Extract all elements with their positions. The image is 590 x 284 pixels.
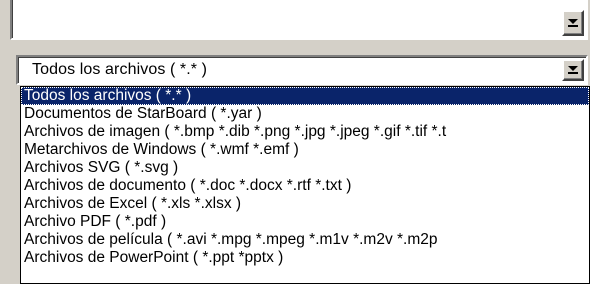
folder-combobox-field[interactable] (12, 0, 560, 38)
chevron-down-icon (568, 66, 578, 74)
file-type-combobox[interactable]: Todos los archivos ( *.* ) (16, 55, 588, 85)
dropdown-option[interactable]: Metarchivos de Windows ( *.wmf *.emf ) (21, 141, 589, 159)
file-dialog-panel: Todos los archivos ( *.* ) Todos los arc… (0, 0, 590, 284)
file-type-dropdown-list[interactable]: Todos los archivos ( *.* ) Documentos de … (20, 86, 590, 284)
dropdown-option[interactable]: Archivos de Excel ( *.xls *.xlsx ) (21, 195, 589, 213)
folder-combobox[interactable] (10, 0, 588, 40)
folder-dropdown-button[interactable] (562, 10, 584, 36)
chevron-down-icon (568, 19, 578, 27)
dropdown-option[interactable]: Documentos de StarBoard ( *.yar ) (21, 105, 589, 123)
dropdown-option[interactable]: Todos los archivos ( *.* ) (21, 87, 589, 105)
file-type-selected-value: Todos los archivos ( *.* ) (32, 61, 208, 78)
dropdown-option[interactable]: Archivos de imagen ( *.bmp *.dib *.png *… (21, 123, 589, 141)
dropdown-option[interactable]: Archivos SVG ( *.svg ) (21, 159, 589, 177)
dropdown-option[interactable]: Archivo PDF ( *.pdf ) (21, 213, 589, 231)
dropdown-option[interactable]: Archivos de documento ( *.doc *.docx *.r… (21, 177, 589, 195)
dropdown-option[interactable]: Archivos de PowerPoint ( *.ppt *pptx ) (21, 249, 589, 267)
file-type-dropdown-button[interactable] (562, 59, 584, 81)
dropdown-option[interactable]: Archivos de película ( *.avi *.mpg *.mpe… (21, 231, 589, 249)
